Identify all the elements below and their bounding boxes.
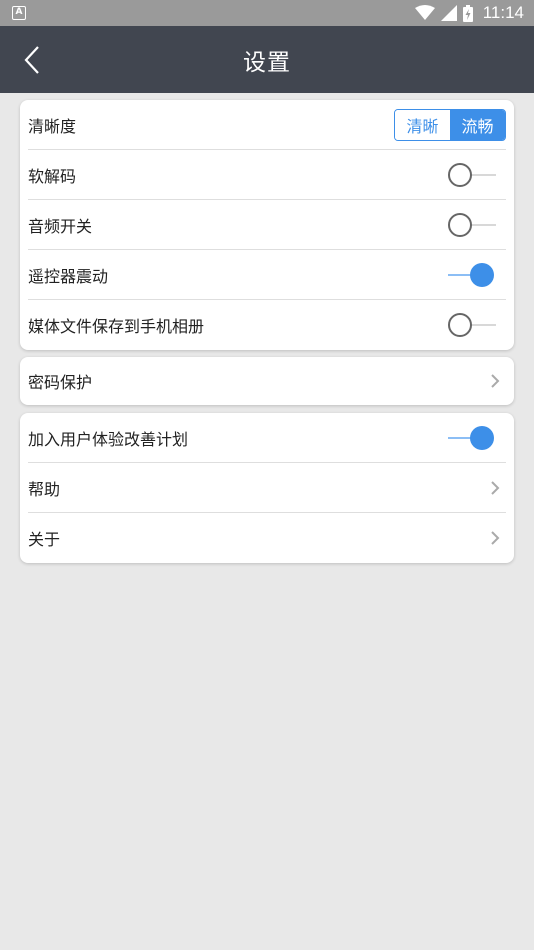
clarity-label: 清晰度 xyxy=(28,116,77,136)
remote-vibrate-toggle[interactable] xyxy=(448,262,496,288)
setting-row-clarity: 清晰度 清晰 流畅 xyxy=(28,100,506,150)
about-label: 关于 xyxy=(28,530,61,549)
notification-icon: A xyxy=(12,6,26,20)
wifi-icon xyxy=(414,5,435,20)
setting-row-help[interactable]: 帮助 xyxy=(28,463,506,513)
password-label: 密码保护 xyxy=(28,373,93,392)
setting-row-password[interactable]: 密码保护 xyxy=(28,357,506,405)
app-bar: 设置 xyxy=(0,26,534,93)
settings-card-misc: 加入用户体验改善计划 帮助 关于 xyxy=(20,413,514,563)
page-title: 设置 xyxy=(243,49,291,76)
clarity-option-smooth[interactable]: 流畅 xyxy=(450,109,505,140)
audio-label: 音频开关 xyxy=(28,216,93,236)
help-label: 帮助 xyxy=(28,479,61,499)
chevron-right-icon xyxy=(490,373,500,389)
settings-card-security: 密码保护 xyxy=(20,357,514,405)
signal-icon xyxy=(440,5,457,21)
status-time: 11:14 xyxy=(482,3,524,22)
clarity-segmented-control: 清晰 流畅 xyxy=(394,108,506,141)
back-arrow-icon xyxy=(24,46,39,74)
setting-row-remote-vibrate: 遥控器震动 xyxy=(28,250,506,300)
battery-icon xyxy=(462,4,473,22)
setting-row-ux-plan: 加入用户体验改善计划 xyxy=(28,413,506,463)
setting-row-about[interactable]: 关于 xyxy=(28,513,506,563)
chevron-right-icon xyxy=(490,530,500,546)
save-media-toggle[interactable] xyxy=(448,312,496,338)
setting-row-audio: 音频开关 xyxy=(28,200,506,250)
remote-vibrate-label: 遥控器震动 xyxy=(28,266,109,286)
audio-toggle[interactable] xyxy=(448,212,496,238)
back-button[interactable] xyxy=(14,42,50,78)
setting-row-soft-decode: 软解码 xyxy=(28,150,506,200)
save-media-label: 媒体文件保存到手机相册 xyxy=(28,317,205,336)
settings-card-playback: 清晰度 清晰 流畅 软解码 音频开关 遥控器震动 媒体文件保存到手机相册 xyxy=(20,100,514,350)
setting-row-save-media: 媒体文件保存到手机相册 xyxy=(28,300,506,350)
soft-decode-toggle[interactable] xyxy=(448,162,496,188)
status-bar: A 11:14 xyxy=(0,0,534,26)
soft-decode-label: 软解码 xyxy=(28,166,77,186)
clarity-option-clear[interactable]: 清晰 xyxy=(395,109,450,140)
ux-plan-label: 加入用户体验改善计划 xyxy=(28,429,189,449)
ux-plan-toggle[interactable] xyxy=(448,425,496,451)
chevron-right-icon xyxy=(490,480,500,496)
